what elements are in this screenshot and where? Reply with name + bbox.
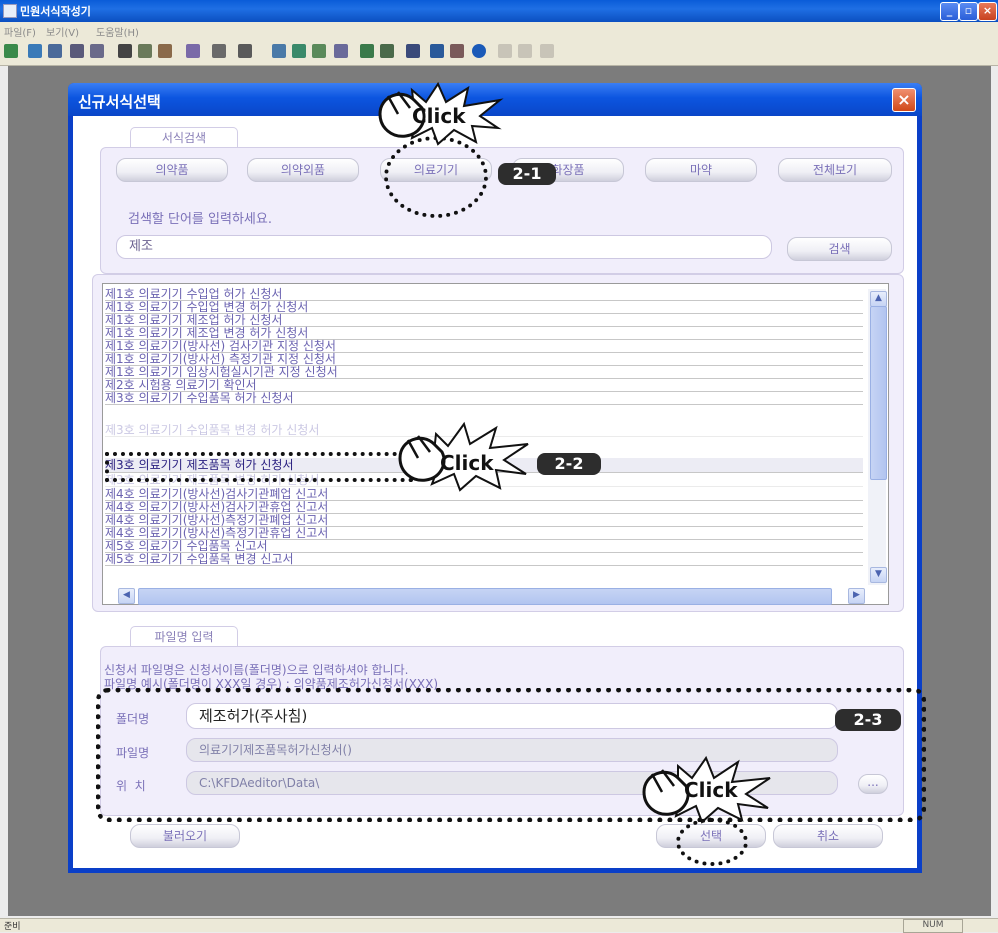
- cancel-button[interactable]: 취소: [773, 824, 883, 848]
- disabled-tool-icon: [540, 44, 554, 58]
- category-pharma-button[interactable]: 의약품: [116, 158, 228, 182]
- info-icon[interactable]: [472, 44, 486, 58]
- draw-icon[interactable]: [272, 44, 286, 58]
- print-icon[interactable]: [70, 44, 84, 58]
- step-badge-2-1: 2-1: [498, 163, 556, 185]
- format-icon[interactable]: [186, 44, 200, 58]
- vertical-scroll-thumb[interactable]: [870, 306, 887, 480]
- preview-icon[interactable]: [90, 44, 104, 58]
- highlight-box-2: [105, 452, 413, 482]
- menu-file[interactable]: 파일(F): [4, 24, 36, 39]
- step-badge-2-2: 2-2: [537, 453, 601, 475]
- menu-bar: 파일(F) 보기(V) 도움말(H): [0, 22, 998, 39]
- app-close-icon[interactable]: ×: [978, 2, 997, 21]
- dialog-title: 신규서식선택: [78, 93, 161, 111]
- status-bar: 준비 NUM: [0, 918, 998, 933]
- category-quasi-drug-button[interactable]: 의약외품: [247, 158, 359, 182]
- list-item[interactable]: 제3호 의료기기 수입품목 허가 신청서: [105, 392, 863, 405]
- new-icon[interactable]: [4, 44, 18, 58]
- search-prompt: 검색할 단어를 입력하세요.: [128, 212, 272, 227]
- scroll-left-icon[interactable]: ◀: [118, 588, 135, 604]
- status-text: 준비: [4, 922, 21, 932]
- app-title: 민원서식작성기: [20, 5, 91, 18]
- dialog-close-icon[interactable]: ×: [892, 88, 916, 112]
- shape-icon[interactable]: [212, 44, 226, 58]
- scroll-up-icon[interactable]: ▲: [870, 291, 887, 307]
- chart-icon[interactable]: [334, 44, 348, 58]
- category-narcotics-button[interactable]: 마약: [645, 158, 757, 182]
- paste-icon[interactable]: [158, 44, 172, 58]
- open-icon[interactable]: [28, 44, 42, 58]
- minimize-icon[interactable]: _: [940, 2, 959, 21]
- load-button[interactable]: 불러오기: [130, 824, 240, 848]
- menu-help[interactable]: 도움말(H): [96, 24, 139, 39]
- step-badge-2-3: 2-3: [835, 709, 901, 731]
- calc-icon[interactable]: [450, 44, 464, 58]
- highlight-ring-3: [676, 818, 748, 866]
- scroll-right-icon[interactable]: ▶: [848, 588, 865, 604]
- menu-view[interactable]: 보기(V): [46, 24, 79, 39]
- click-label-1: Click: [412, 104, 466, 128]
- disabled-tool-icon: [518, 44, 532, 58]
- line-icon[interactable]: [238, 44, 252, 58]
- horizontal-scroll-thumb[interactable]: [138, 588, 832, 605]
- toolbar: [0, 39, 998, 66]
- app-icon: [3, 4, 17, 18]
- search-button[interactable]: 검색: [787, 237, 892, 261]
- list-item[interactable]: 제5호 의료기기 수입품목 변경 신고서: [105, 553, 863, 566]
- highlight-box-3: [96, 688, 926, 822]
- disabled-tool-icon: [498, 44, 512, 58]
- form-icon[interactable]: [430, 44, 444, 58]
- click-label-3: Click: [684, 778, 738, 802]
- field-icon[interactable]: [406, 44, 420, 58]
- highlight-ring-1: [384, 136, 488, 218]
- import-icon[interactable]: [360, 44, 374, 58]
- save-icon[interactable]: [48, 44, 62, 58]
- app-title-bar: 민원서식작성기 _ ▫ ×: [0, 0, 998, 22]
- search-input[interactable]: 제조: [116, 235, 772, 259]
- category-all-button[interactable]: 전체보기: [778, 158, 892, 182]
- image-icon[interactable]: [312, 44, 326, 58]
- table-icon[interactable]: [292, 44, 306, 58]
- export-icon[interactable]: [380, 44, 394, 58]
- cut-icon[interactable]: [118, 44, 132, 58]
- scroll-down-icon[interactable]: ▼: [870, 567, 887, 583]
- restore-icon[interactable]: ▫: [959, 2, 978, 21]
- copy-icon[interactable]: [138, 44, 152, 58]
- click-label-2: Click: [440, 451, 494, 475]
